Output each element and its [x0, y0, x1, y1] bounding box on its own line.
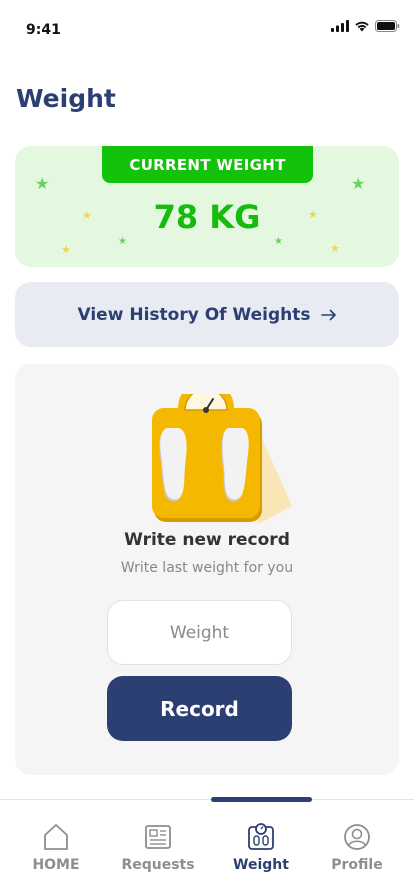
nav-label-profile: Profile — [331, 857, 383, 873]
arrow-right-icon — [320, 309, 336, 320]
nav-item-home[interactable]: HOME — [6, 822, 106, 882]
home-icon — [44, 824, 68, 850]
status-time: 9:41 — [26, 22, 61, 38]
requests-icon — [145, 825, 171, 849]
page-title: Weight — [16, 84, 116, 113]
view-history-button[interactable]: View History Of Weights — [15, 282, 399, 347]
star-decoration-icon: ★ — [330, 242, 340, 255]
nav-label-weight: Weight — [233, 857, 289, 873]
record-subtitle: Write last weight for you — [120, 560, 294, 576]
nav-label-home: HOME — [32, 857, 80, 873]
active-tab-indicator — [211, 797, 312, 802]
nav-item-requests[interactable]: Requests — [108, 822, 208, 882]
star-decoration-icon: ★ — [351, 174, 366, 193]
current-weight-card: ★ ★ ★ ★ ★ ★ ★ ★ CURRENT WEIGHT 78 KG — [15, 146, 399, 267]
profile-icon — [344, 824, 370, 850]
star-decoration-icon: ★ — [118, 236, 127, 247]
battery-icon — [375, 20, 400, 32]
current-weight-value: 78 KG — [153, 198, 261, 236]
star-decoration-icon: ★ — [274, 236, 283, 247]
view-history-label: View History Of Weights — [77, 304, 311, 325]
nav-label-requests: Requests — [121, 857, 195, 873]
record-panel: Write new record Write last weight for y… — [15, 364, 399, 775]
star-decoration-icon: ★ — [35, 174, 50, 193]
nav-item-weight[interactable]: Weight — [211, 822, 311, 882]
status-bar: 9:41 — [0, 0, 414, 52]
record-title: Write new record — [124, 530, 290, 550]
weight-scale-illustration — [152, 394, 292, 524]
status-icons — [331, 20, 400, 32]
weight-scale-icon — [248, 823, 274, 850]
nav-item-profile[interactable]: Profile — [307, 822, 407, 882]
wifi-icon — [355, 21, 369, 32]
signal-icon — [331, 20, 349, 32]
star-decoration-icon: ★ — [61, 243, 71, 256]
current-weight-tag: CURRENT WEIGHT — [102, 146, 313, 183]
record-button[interactable]: Record — [107, 676, 292, 741]
weight-input[interactable] — [107, 600, 292, 665]
bottom-nav: HOME Requests Weight Profile — [0, 797, 414, 896]
